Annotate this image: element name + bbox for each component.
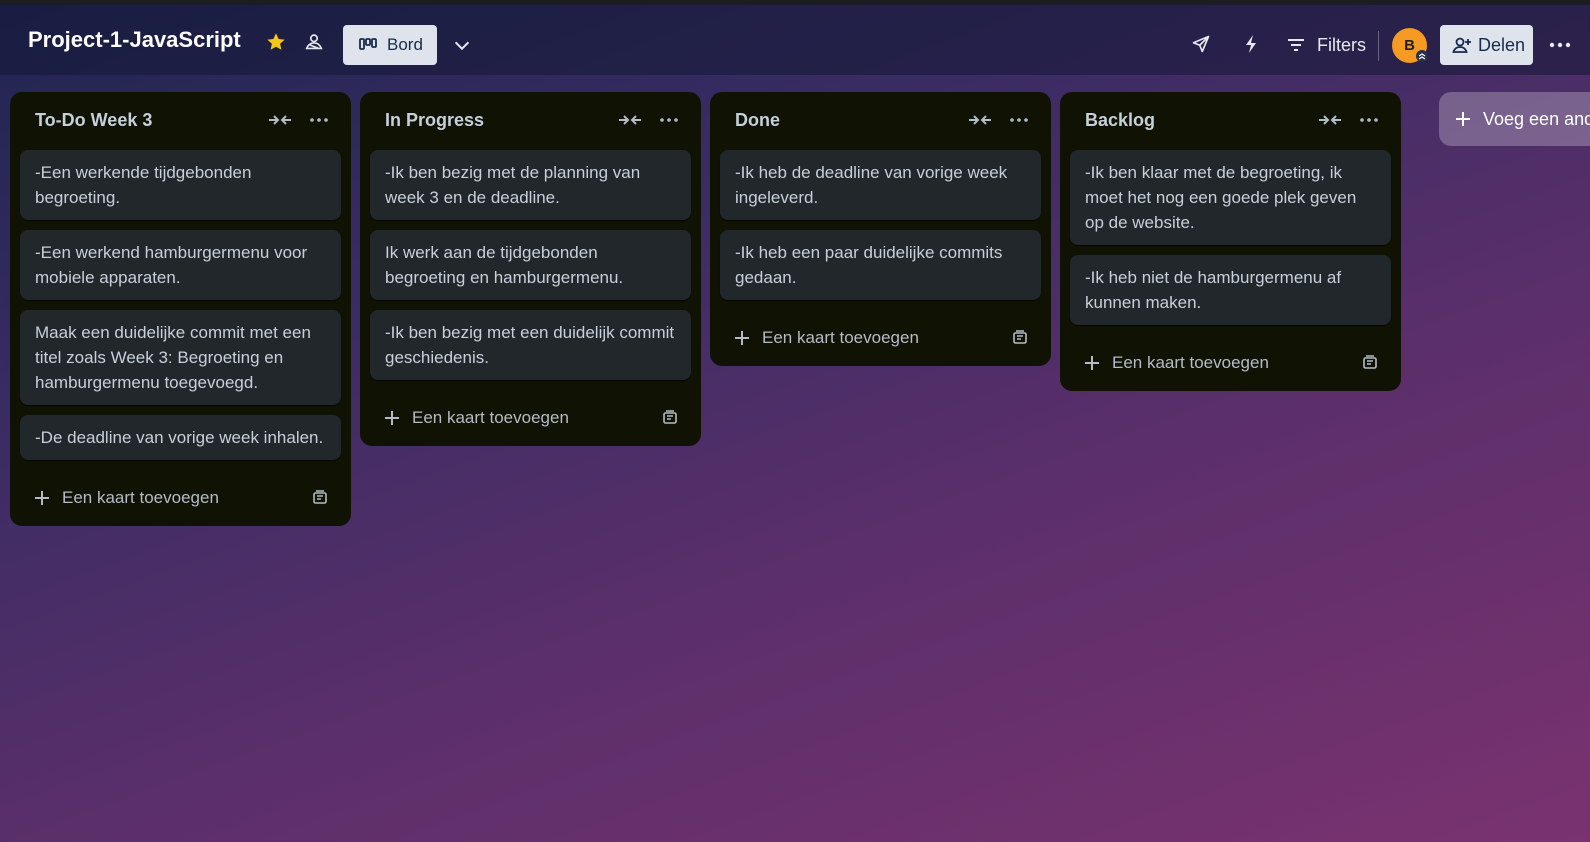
card[interactable]: -Ik ben bezig met de planning van week 3…	[370, 150, 691, 220]
card-template-icon[interactable]	[1011, 329, 1029, 352]
list-header: To-Do Week 3	[20, 92, 341, 150]
filters-button[interactable]: Filters	[1287, 33, 1366, 57]
plus-icon	[34, 490, 50, 506]
share-button[interactable]: Delen	[1440, 25, 1533, 65]
admin-badge-icon	[1416, 50, 1428, 62]
star-icon[interactable]	[264, 30, 288, 54]
filters-label: Filters	[1317, 34, 1366, 55]
plus-icon	[384, 410, 400, 426]
list-title[interactable]: To-Do Week 3	[35, 110, 152, 131]
chevron-down-icon[interactable]	[450, 34, 474, 58]
plus-icon	[734, 330, 750, 346]
card[interactable]: -Ik ben klaar met de begroeting, ik moet…	[1070, 150, 1391, 245]
share-label: Delen	[1478, 34, 1526, 55]
add-card-label: Een kaart toevoegen	[412, 408, 569, 427]
header-divider	[1378, 31, 1379, 61]
workspace-visible-icon[interactable]	[302, 30, 326, 54]
plus-icon	[1084, 355, 1100, 371]
card[interactable]: -Ik heb niet de hamburgermenu af kunnen …	[1070, 255, 1391, 325]
list-header: In Progress	[370, 92, 691, 150]
add-list-button[interactable]: Voeg een ande	[1439, 92, 1590, 146]
collapse-list-icon[interactable]	[617, 110, 643, 130]
list-more-icon[interactable]	[1007, 110, 1031, 130]
card[interactable]: -Ik heb de deadline van vorige week inge…	[720, 150, 1041, 220]
card[interactable]: Maak een duidelijke commit met een titel…	[20, 310, 341, 405]
card[interactable]: -Ik heb een paar duidelijke commits geda…	[720, 230, 1041, 300]
add-card-label: Een kaart toevoegen	[62, 488, 219, 507]
add-card-button[interactable]: Een kaart toevoegen	[370, 390, 691, 446]
card[interactable]: -Een werkend hamburgermenu voor mobiele …	[20, 230, 341, 300]
add-card-button[interactable]: Een kaart toevoegen	[720, 310, 1041, 366]
add-card-label: Een kaart toevoegen	[1112, 353, 1269, 372]
board-title[interactable]: Project-1-JavaScript	[28, 27, 241, 53]
collapse-list-icon[interactable]	[1317, 110, 1343, 130]
board-view-icon	[359, 38, 377, 50]
list-title[interactable]: Done	[735, 110, 780, 131]
list-header: Done	[720, 92, 1041, 150]
board-view-label: Bord	[387, 35, 423, 54]
card[interactable]: -De deadline van vorige week inhalen.	[20, 415, 341, 460]
list-backlog: Backlog -Ik ben klaar met de begroeting,…	[1060, 92, 1401, 391]
list-header: Backlog	[1070, 92, 1391, 150]
add-card-button[interactable]: Een kaart toevoegen	[20, 470, 341, 526]
add-list-label: Voeg een ande	[1483, 108, 1590, 129]
list-to-do-week-3: To-Do Week 3 -Een werkende tijdgebonden …	[10, 92, 351, 526]
card[interactable]: -Een werkende tijdgebonden begroeting.	[20, 150, 341, 220]
card[interactable]: Ik werk aan de tijdgebonden begroeting e…	[370, 230, 691, 300]
list-more-icon[interactable]	[1357, 110, 1381, 130]
send-icon[interactable]	[1190, 33, 1212, 55]
list-in-progress: In Progress -Ik ben bezig met de plannin…	[360, 92, 701, 446]
card-template-icon[interactable]	[311, 489, 329, 512]
collapse-list-icon[interactable]	[967, 110, 993, 130]
add-card-button[interactable]: Een kaart toevoegen	[1070, 335, 1391, 391]
list-more-icon[interactable]	[657, 110, 681, 130]
more-icon[interactable]	[1546, 33, 1574, 57]
list-more-icon[interactable]	[307, 110, 331, 130]
list-title[interactable]: In Progress	[385, 110, 484, 131]
board-header: Project-1-JavaScript Bord Filters B Dele…	[0, 5, 1590, 75]
filter-icon	[1288, 39, 1304, 51]
lightning-icon[interactable]	[1240, 33, 1262, 55]
list-done: Done -Ik heb de deadline van vorige week…	[710, 92, 1051, 366]
add-person-icon	[1452, 37, 1471, 53]
add-card-label: Een kaart toevoegen	[762, 328, 919, 347]
card-template-icon[interactable]	[661, 409, 679, 432]
board-view-button[interactable]: Bord	[343, 25, 437, 65]
list-title[interactable]: Backlog	[1085, 110, 1155, 131]
collapse-list-icon[interactable]	[267, 110, 293, 130]
card-template-icon[interactable]	[1361, 354, 1379, 377]
plus-icon	[1456, 112, 1470, 126]
card[interactable]: -Ik ben bezig met een duidelijk commit g…	[370, 310, 691, 380]
